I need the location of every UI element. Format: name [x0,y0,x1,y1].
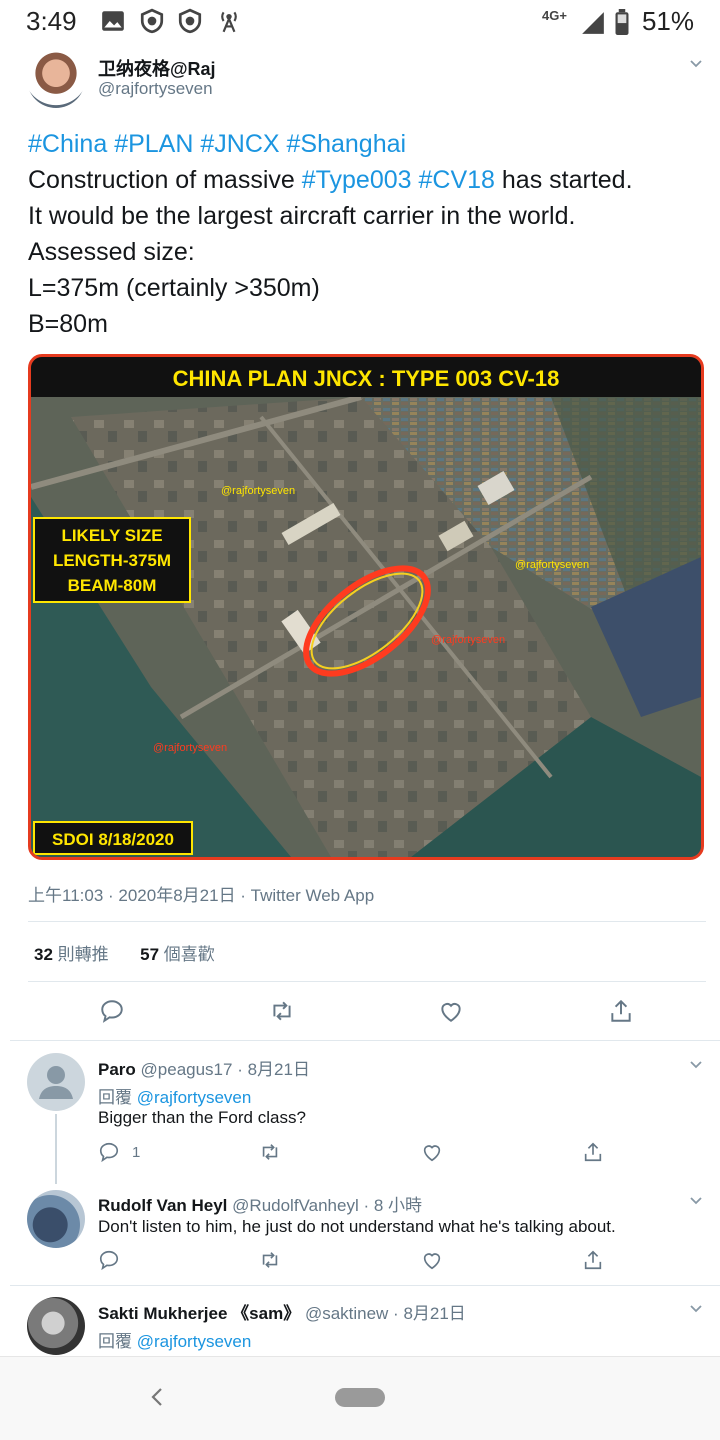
like-icon[interactable] [421,1249,443,1271]
image-banner: CHINA PLAN JNCX : TYPE 003 CV-18 [173,366,560,391]
default-avatar-icon [39,1066,73,1099]
reply-icon[interactable] [98,1141,120,1163]
tweet-text-segment [412,166,419,194]
hashtag-link[interactable]: #China [28,130,107,158]
reply-to-link[interactable]: @rajfortyseven [137,1088,252,1107]
author-avatar[interactable] [27,50,85,108]
image-date: SDOI 8/18/2020 [52,830,174,849]
divider [28,921,706,922]
reply-author-name: Paro [98,1060,136,1079]
shield-icon [140,8,164,34]
tweet-line: #China #PLAN #JNCX #Shanghai [28,126,708,162]
reply-author[interactable]: Sakti Mukherjee 《sam》 @saktinew · 8月21日 [98,1299,466,1324]
reply-icon[interactable] [99,998,125,1024]
reply-avatar[interactable] [27,1297,85,1355]
reply-author-name: Sakti Mukherjee 《sam》 [98,1304,301,1323]
reply-prefix: 回覆 [98,1332,132,1351]
reply-to-link[interactable]: @rajfortyseven [137,1332,252,1351]
tweet-line: Assessed size: [28,234,708,270]
watermark-1: @rajfortyseven [221,485,295,497]
chevron-down-icon[interactable] [689,57,703,71]
chevron-down-icon[interactable] [689,1302,703,1316]
reply-author[interactable]: Paro @peagus17 · 8月21日 [98,1055,310,1080]
retweet-icon[interactable] [259,1141,281,1163]
tweet-text-segment: Assessed size: [28,238,195,266]
divider [10,1040,720,1041]
watermark-4: @rajfortyseven [153,742,227,754]
tweet-line: B=80m [28,306,708,342]
likes-stat[interactable]: 57 個喜歡 [140,945,215,964]
divider [10,1285,720,1286]
reply-author-name: Rudolf Van Heyl [98,1196,228,1215]
likes-label: 個喜歡 [163,945,215,964]
satellite-image: CHINA PLAN JNCX : TYPE 003 CV-18 LIKELY … [31,357,701,857]
divider [28,981,706,982]
replying-to: 回覆 @rajfortyseven [98,1083,251,1108]
watermark-2: @rajfortyseven [515,559,589,571]
chevron-down-icon[interactable] [689,1194,703,1208]
broadcast-icon [221,11,237,33]
like-icon[interactable] [438,998,464,1024]
signal-icon [582,12,604,34]
gallery-icon [102,11,124,31]
battery-level: 51% [641,6,694,36]
battery-icon [615,9,629,35]
share-icon[interactable] [582,1141,604,1163]
retweets-count: 32 [34,945,53,964]
reply-icon[interactable] [98,1249,120,1271]
home-pill[interactable] [335,1388,385,1407]
tweet-stats: 32 則轉推 57 個喜歡 [34,940,215,965]
author-name[interactable]: 卫纳夜格@Raj [98,55,216,81]
tweet-text-segment: B=80m [28,310,108,338]
reply-avatar[interactable] [27,1053,85,1111]
hashtag-link[interactable]: #Type003 [302,166,412,194]
tweet-text: #China #PLAN #JNCX #Shanghai Construction… [28,126,708,342]
share-icon[interactable] [582,1249,604,1271]
tweet-line: L=375m (certainly >350m) [28,270,708,306]
tweet-text-segment [280,130,287,158]
tweet-text-segment: L=375m (certainly >350m) [28,274,320,302]
hashtag-link[interactable]: #PLAN [114,130,193,158]
tweet-text-segment: It would be the largest aircraft carrier… [28,202,576,230]
status-time: 3:49 [26,6,77,36]
reply-prefix: 回覆 [98,1088,132,1107]
back-icon[interactable] [148,1386,166,1408]
likes-count: 57 [140,945,160,964]
hashtag-link[interactable]: #CV18 [419,166,495,194]
retweet-icon[interactable] [269,998,295,1024]
thread-line [55,1114,57,1184]
like-icon[interactable] [421,1141,443,1163]
reply-handle-time: @RudolfVanheyl · 8 小時 [232,1196,423,1215]
author-handle[interactable]: @rajfortyseven [98,79,213,99]
size-label-2: LENGTH-375M [53,551,171,570]
size-label-3: BEAM-80M [68,576,157,595]
size-label-1: LIKELY SIZE [61,526,162,545]
watermark-3: @rajfortyseven [431,634,505,646]
reply-text: Don't listen to him, he just do not unde… [98,1217,616,1236]
hashtag-link[interactable]: #Shanghai [287,130,407,158]
replying-to: 回覆 @rajfortyseven [98,1327,251,1352]
status-bar: 3:49 4G+ 51% [0,0,720,44]
tweet-image[interactable]: CHINA PLAN JNCX : TYPE 003 CV-18 LIKELY … [28,354,704,860]
reply-avatar[interactable] [27,1190,85,1248]
shield-icon-2 [178,8,202,34]
reply-handle-time: @peagus17 · 8月21日 [140,1060,310,1079]
chevron-down-icon[interactable] [689,1058,703,1072]
tweet-text-segment: has started. [494,166,633,194]
reply-count: 1 [132,1144,141,1161]
share-icon[interactable] [608,998,634,1024]
hashtag-link[interactable]: #JNCX [200,130,279,158]
tweet-line: Construction of massive #Type003 #CV18 h… [28,162,708,198]
retweets-label: 則轉推 [57,945,109,964]
retweets-stat[interactable]: 32 則轉推 [34,945,109,964]
reply-handle-time: @saktinew · 8月21日 [304,1304,466,1323]
tweet-timestamp: 上午11:03 · 2020年8月21日 · Twitter Web App [28,886,375,905]
tweet-text-segment: Construction of massive [28,166,302,194]
tweet-line: It would be the largest aircraft carrier… [28,198,708,234]
retweet-icon[interactable] [259,1249,281,1271]
network-label: 4G+ [542,8,567,23]
reply-author[interactable]: Rudolf Van Heyl @RudolfVanheyl · 8 小時 [98,1191,422,1216]
reply-text: Bigger than the Ford class? [98,1108,306,1127]
